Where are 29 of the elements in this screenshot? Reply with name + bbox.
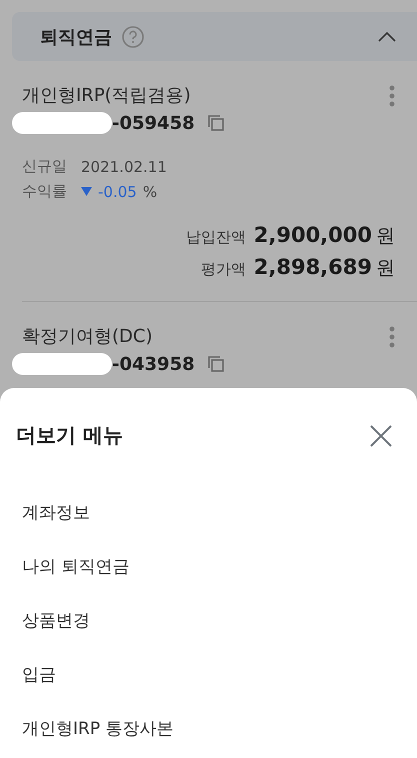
detail-label: 수익률 [22,182,67,201]
account-name: 개인형IRP(적립겸용) [22,84,191,107]
rate-unit: % [142,182,158,200]
account-number: -059458 [112,112,195,134]
help-icon[interactable] [122,26,144,48]
more-icon[interactable] [389,326,395,348]
rate-value: -0.05 [98,182,137,200]
amount-value: 2,898,689 [254,255,372,279]
close-icon[interactable] [369,424,393,448]
currency-unit: 원 [376,256,395,281]
menu-item[interactable]: 개인형IRP 통장사본 [22,701,174,755]
menu-item[interactable]: 상품변경 [22,593,90,647]
amount-label: 납입잔액 [186,228,246,247]
amount-value: 2,900,000 [254,223,372,247]
copy-icon[interactable] [206,114,225,132]
amount-label: 평가액 [200,260,246,279]
account-name: 확정기여형(DC) [22,325,152,348]
menu-item[interactable]: 계좌정보 [22,485,90,539]
section-title: 퇴직연금 [40,26,112,48]
currency-unit: 원 [376,224,395,249]
detail-value: 2021.02.11 [81,158,167,176]
account-number: -043958 [112,354,195,374]
more-icon[interactable] [389,85,395,107]
menu-item[interactable]: 입금 [22,647,56,701]
sheet-title: 더보기 메뉴 [16,422,123,449]
menu-item[interactable]: 나의 퇴직연금 [22,539,130,593]
detail-label: 신규일 [22,157,67,176]
copy-icon[interactable] [206,355,225,373]
chevron-icon[interactable] [377,30,397,44]
